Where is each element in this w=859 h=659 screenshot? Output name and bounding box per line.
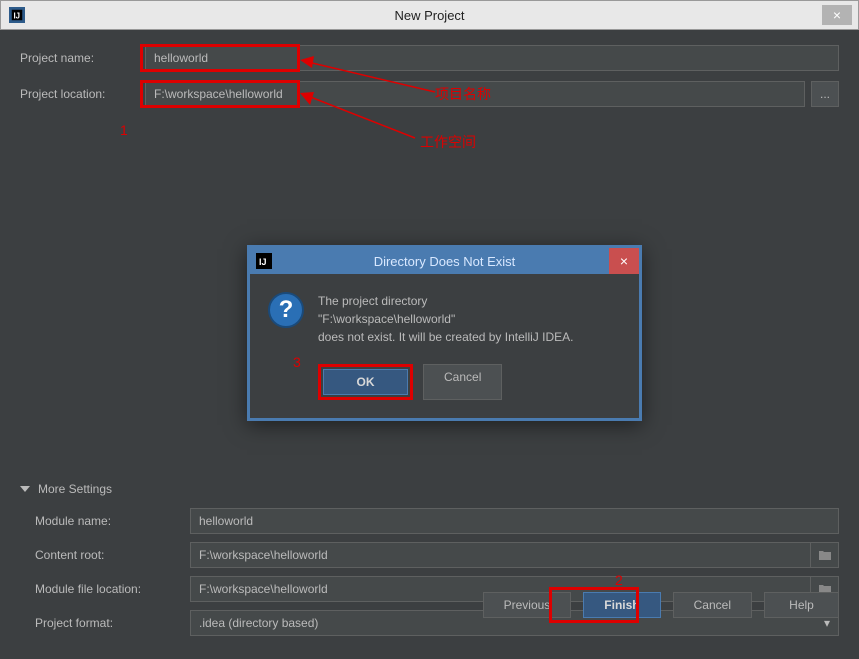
project-format-value: .idea (directory based)	[199, 616, 318, 630]
browse-location-button[interactable]: ...	[811, 81, 839, 107]
dialog-line3: does not exist. It will be created by In…	[318, 328, 573, 346]
project-name-label: Project name:	[20, 51, 145, 65]
finish-button[interactable]: Finish	[583, 592, 660, 618]
dialog-app-icon: IJ	[256, 253, 272, 269]
window-title: New Project	[394, 8, 464, 23]
more-settings-toggle[interactable]: More Settings	[20, 482, 839, 496]
project-location-input[interactable]	[145, 81, 805, 107]
dialog-directory-not-exist: IJ Directory Does Not Exist × ? The proj…	[247, 245, 642, 421]
cancel-button[interactable]: Cancel	[673, 592, 752, 618]
more-settings-label: More Settings	[38, 482, 112, 496]
window-close-button[interactable]: ×	[822, 5, 852, 25]
chevron-down-icon	[20, 486, 30, 492]
content-root-input[interactable]	[190, 542, 811, 568]
dialog-line1: The project directory	[318, 292, 573, 310]
project-location-label: Project location:	[20, 87, 145, 101]
dialog-message: The project directory "F:\workspace\hell…	[318, 292, 573, 346]
question-icon: ?	[268, 292, 304, 328]
dialog-cancel-button[interactable]: Cancel	[423, 364, 502, 400]
previous-button[interactable]: Previous	[483, 592, 572, 618]
help-button[interactable]: Help	[764, 592, 839, 618]
module-name-input[interactable]	[190, 508, 839, 534]
project-name-input[interactable]	[145, 45, 839, 71]
dropdown-arrow-icon: ▾	[824, 616, 830, 630]
dialog-titlebar: IJ Directory Does Not Exist ×	[250, 248, 639, 274]
annotation-highlight-ok: OK	[318, 364, 413, 400]
module-name-label: Module name:	[35, 514, 190, 528]
dialog-line2: "F:\workspace\helloworld"	[318, 310, 573, 328]
app-icon: IJ	[9, 7, 25, 23]
project-format-label: Project format:	[35, 616, 190, 630]
content-root-label: Content root:	[35, 548, 190, 562]
dialog-ok-button[interactable]: OK	[323, 369, 408, 395]
svg-text:IJ: IJ	[259, 257, 267, 267]
svg-text:IJ: IJ	[14, 12, 21, 21]
window-titlebar: IJ New Project ×	[0, 0, 859, 30]
dialog-title: Directory Does Not Exist	[374, 254, 516, 269]
content-root-browse-button[interactable]	[811, 542, 839, 568]
dialog-close-button[interactable]: ×	[609, 248, 639, 274]
module-file-location-label: Module file location:	[35, 582, 190, 596]
